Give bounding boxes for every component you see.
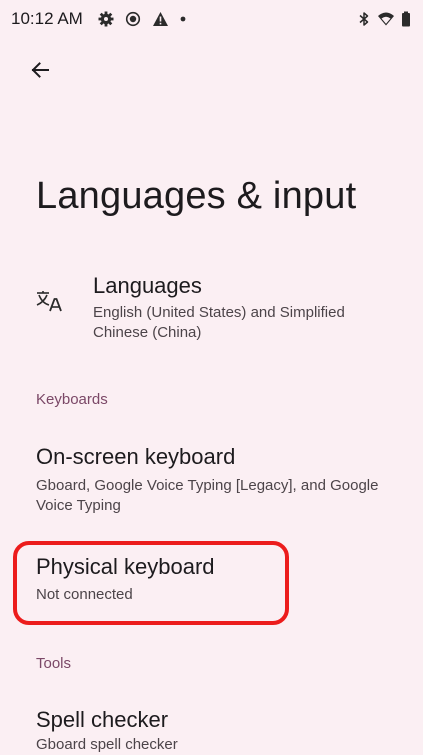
onscreen-keyboard-title: On-screen keyboard (36, 444, 236, 469)
physical-keyboard-title: Physical keyboard (36, 554, 215, 579)
onscreen-keyboard-summary: Gboard, Google Voice Typing [Legacy], an… (36, 477, 379, 514)
translate-icon (36, 290, 62, 312)
status-time: 10:12 AM (11, 9, 83, 28)
spell-checker-item[interactable]: Spell checker Gboard spell checker (0, 705, 423, 755)
back-button[interactable] (22, 52, 58, 88)
status-system-icons (357, 9, 411, 29)
wifi-icon (377, 11, 395, 27)
spell-checker-summary: Gboard spell checker (36, 736, 178, 753)
record-icon (125, 11, 141, 27)
battery-icon (401, 11, 411, 27)
page-title: Languages & input (36, 175, 357, 217)
dot-icon (180, 16, 186, 22)
arrow-left-icon (31, 61, 49, 79)
tools-category-header: Tools (36, 655, 72, 672)
physical-keyboard-summary: Not connected (36, 586, 133, 603)
alert-icon (152, 11, 169, 27)
bluetooth-icon (357, 11, 371, 27)
languages-summary: English (United States) and Simplified C… (93, 304, 345, 341)
settings-gear-icon (98, 11, 114, 27)
keyboards-category-header: Keyboards (36, 391, 108, 408)
status-notification-icons (98, 9, 186, 29)
languages-item[interactable]: Languages English (United States) and Si… (0, 270, 423, 352)
languages-title: Languages (93, 273, 202, 298)
onscreen-keyboard-item[interactable]: On-screen keyboard Gboard, Google Voice … (0, 440, 423, 520)
physical-keyboard-item[interactable]: Physical keyboard Not connected (0, 552, 423, 612)
spell-checker-title: Spell checker (36, 707, 169, 732)
status-bar: 10:12 AM (0, 0, 423, 40)
